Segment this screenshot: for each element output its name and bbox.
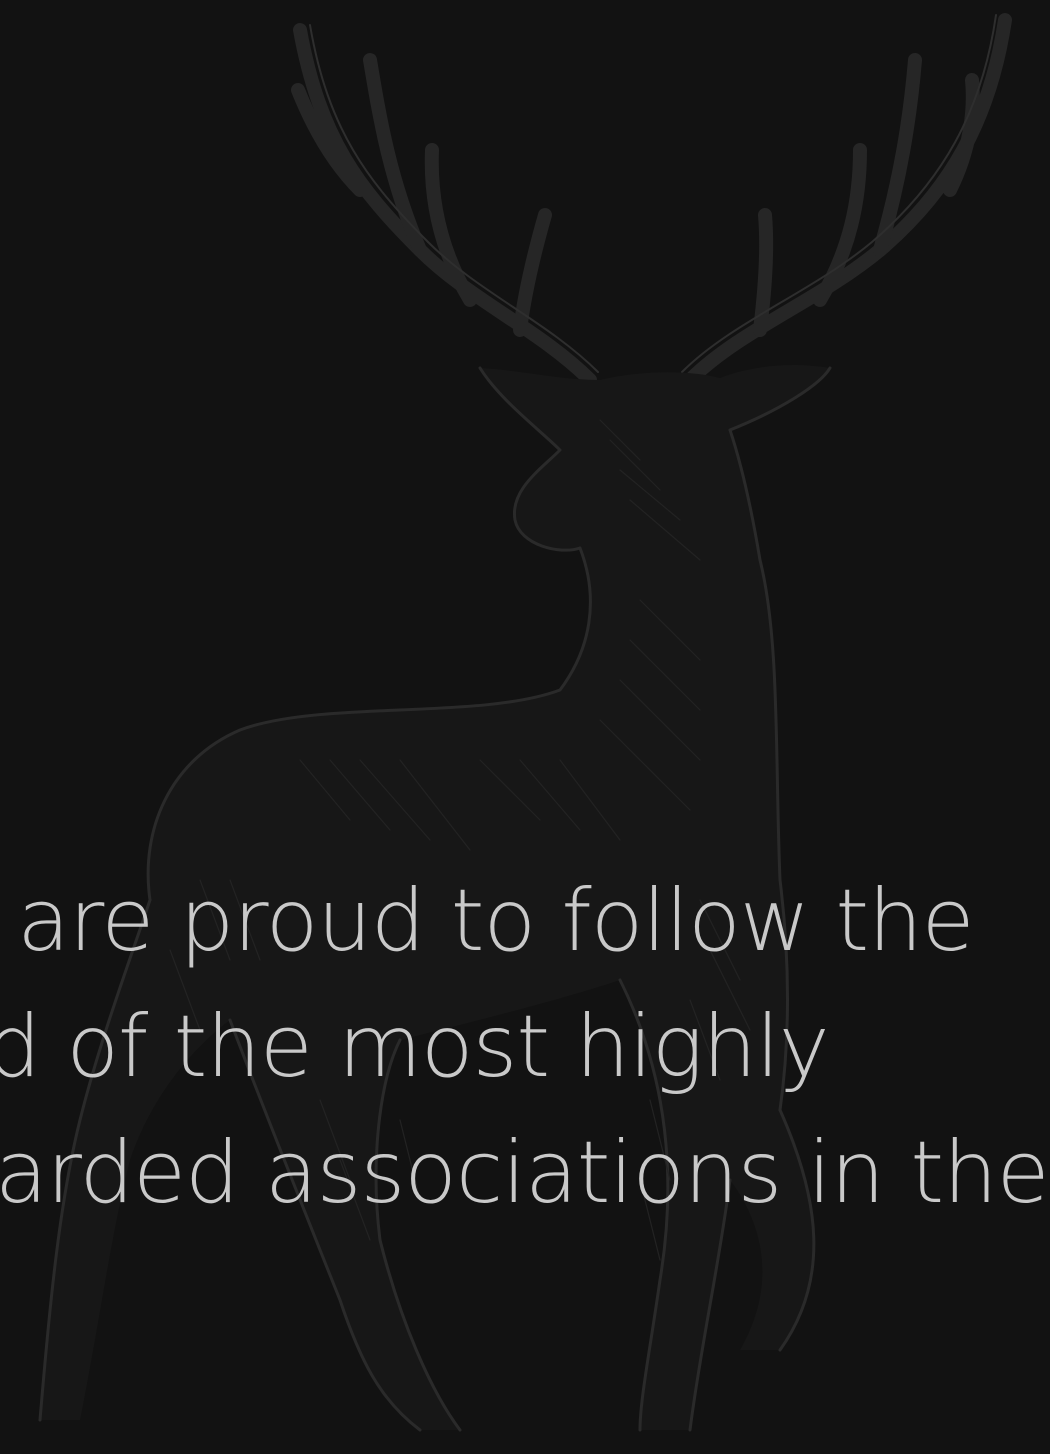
left-antler [291,23,599,387]
headline-line-1: We are proud to follow the [0,871,975,971]
headline-line-3: regarded associations in the industry. [0,1123,1050,1223]
hero-section: We are proud to follow the lead of the m… [0,0,1050,1454]
headline: We are proud to follow the lead of the m… [0,858,1050,1236]
headline-line-2: lead of the most highly [0,997,830,1097]
right-antler [681,13,1012,387]
